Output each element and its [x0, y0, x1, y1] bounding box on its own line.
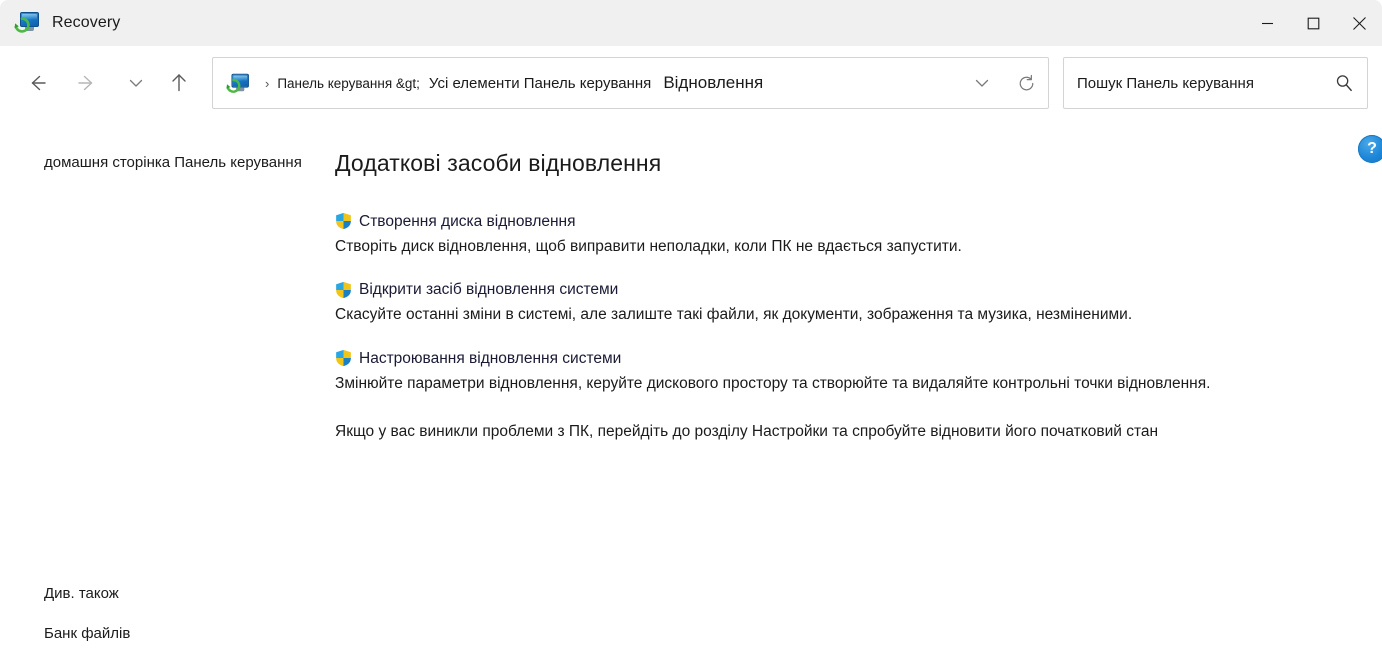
main-panel: ? Додаткові засоби відновлення Створення…: [335, 120, 1382, 654]
recovery-monitor-icon: [14, 11, 40, 35]
maximize-button[interactable]: [1290, 0, 1336, 46]
title-bar: Recovery: [0, 0, 1382, 46]
up-arrow-icon: [172, 74, 186, 92]
closing-note: Якщо у вас виникли проблеми з ПК, перейд…: [335, 423, 1159, 441]
see-also-section: Див. також Банк файлів: [0, 585, 335, 644]
link-create-recovery-drive[interactable]: Створення диска відновлення: [359, 212, 576, 231]
minimize-button[interactable]: [1244, 0, 1290, 46]
close-button[interactable]: [1336, 0, 1382, 46]
task-header: Відкрити засіб відновлення системи: [335, 280, 1362, 299]
uac-shield-icon: [335, 212, 352, 231]
forward-button[interactable]: [76, 63, 98, 103]
content-area: домашня сторінка Панель керування Див. т…: [0, 120, 1382, 654]
task-create-recovery-drive: Створення диска відновлення Створіть дис…: [335, 212, 1362, 258]
breadcrumb-item-control-panel[interactable]: Панель керування &gt;: [276, 73, 421, 94]
back-arrow-icon: [31, 75, 46, 91]
link-configure-system-restore[interactable]: Настроювання відновлення системи: [359, 349, 621, 368]
search-box[interactable]: [1063, 57, 1368, 109]
sidebar-item-control-panel-home[interactable]: домашня сторінка Панель керування: [0, 153, 335, 173]
address-dropdown-button[interactable]: [960, 58, 1004, 108]
window-title: Recovery: [52, 14, 121, 31]
breadcrumb: › Панель керування &gt; Усі елементи Пан…: [213, 70, 960, 96]
see-also-heading: Див. також: [44, 584, 119, 602]
refresh-icon: [1019, 74, 1033, 90]
forward-arrow-icon: [78, 75, 93, 91]
recovery-window: Recovery › Панель керування &gt; Усі еле…: [0, 0, 1382, 654]
chevron-down-icon: [129, 79, 143, 87]
back-button[interactable]: [26, 63, 48, 103]
task-header: Настроювання відновлення системи: [335, 349, 1362, 368]
search-icon[interactable]: [1329, 66, 1359, 100]
breadcrumb-item-all-items[interactable]: Усі елементи Панель керування: [428, 72, 652, 95]
address-bar-actions: [960, 58, 1048, 108]
title-bar-left: Recovery: [0, 11, 1244, 35]
sidebar: домашня сторінка Панель керування Див. т…: [0, 120, 335, 654]
help-button[interactable]: ?: [1358, 135, 1382, 163]
help-icon: ?: [1367, 140, 1377, 157]
address-bar[interactable]: › Панель керування &gt; Усі елементи Пан…: [212, 57, 1049, 109]
uac-shield-icon: [335, 280, 352, 299]
breadcrumb-item-recovery[interactable]: Відновлення: [662, 70, 764, 96]
breadcrumb-recovery-icon: [225, 72, 249, 94]
uac-shield-icon: [335, 349, 352, 368]
task-description: Скасуйте останні зміни в системі, але за…: [335, 306, 1133, 324]
page-title: Додаткові засоби відновлення: [335, 150, 662, 176]
task-configure-system-restore: Настроювання відновлення системи Змінюйт…: [335, 349, 1362, 395]
search-input[interactable]: [1077, 74, 1329, 92]
chevron-down-icon: [975, 79, 989, 87]
navigation-bar: › Панель керування &gt; Усі елементи Пан…: [0, 46, 1382, 120]
task-description: Змінюйте параметри відновлення, керуйте …: [335, 375, 1211, 392]
up-button[interactable]: [168, 63, 190, 103]
sidebar-item-file-history[interactable]: Банк файлів: [0, 624, 335, 644]
task-header: Створення диска відновлення: [335, 212, 1362, 231]
recent-locations-button[interactable]: [126, 63, 146, 103]
task-description: Створіть диск відновлення, щоб виправити…: [335, 237, 962, 255]
refresh-button[interactable]: [1004, 58, 1048, 108]
link-open-system-restore[interactable]: Відкрити засіб відновлення системи: [359, 280, 618, 299]
breadcrumb-separator-icon: ›: [265, 75, 270, 91]
task-open-system-restore: Відкрити засіб відновлення системи Скасу…: [335, 280, 1362, 326]
window-controls: [1244, 0, 1382, 46]
